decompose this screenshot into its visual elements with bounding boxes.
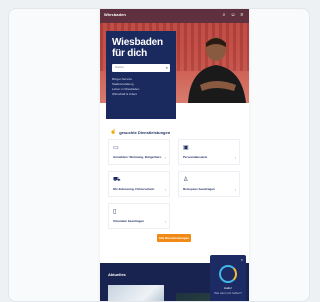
preview-card: Wiesbaden ⌕ ☺ ≡ Wiesbaden für dich Suche… [8, 8, 310, 302]
service-label: Anmelden: Wohnung, Bürgerbüro [113, 155, 162, 159]
service-tile[interactable]: ♙ Reisepass beantragen › [178, 171, 240, 197]
service-tile[interactable]: ▣ Personalausweis › [178, 139, 240, 165]
chevron-right-icon: › [234, 155, 236, 160]
hero-title: Wiesbaden für dich [112, 37, 163, 59]
close-icon[interactable]: × [241, 257, 243, 262]
brand-logo[interactable]: Wiesbaden [104, 12, 126, 17]
news-title: Aktuelles [108, 272, 126, 277]
quick-links: Bürger-Service Stadtverwaltung Leben in … [112, 77, 170, 97]
hand-icon: ☝ [110, 129, 117, 135]
search-icon[interactable]: ⌕ [166, 65, 168, 70]
id-card-icon: ▣ [183, 145, 189, 151]
chevron-right-icon: › [164, 219, 166, 224]
chat-subtitle: Wie kann ich helfen? [214, 291, 242, 295]
chat-widget[interactable]: × Hallo! Wie kann ich helfen? [210, 255, 246, 301]
hero-panel: Wiesbaden für dich Suche ⌕ Bürger-Servic… [106, 31, 176, 119]
search-input[interactable]: Suche ⌕ [112, 64, 170, 72]
chevron-right-icon: › [164, 155, 166, 160]
document-icon: ▭ [113, 145, 119, 151]
mobile-page-preview: Wiesbaden ⌕ ☺ ≡ Wiesbaden für dich Suche… [100, 9, 249, 301]
user-icon[interactable]: ☺ [230, 12, 236, 18]
all-services-button[interactable]: Alle Dienstleistungen [157, 234, 191, 242]
chat-greeting: Hallo! [224, 286, 232, 290]
chevron-right-icon: › [234, 187, 236, 192]
doc-icon: ▯ [113, 209, 117, 215]
quick-link[interactable]: Wirtschaft & Arbeit [112, 92, 170, 97]
service-label: Urkunden beantragen [113, 219, 145, 223]
service-label: Personalausweis [183, 155, 208, 159]
service-tile[interactable]: ⛟ Kfz-Zulassung, Führerschein › [108, 171, 170, 197]
player-photo [188, 37, 246, 103]
search-placeholder: Suche [115, 65, 124, 69]
chatbot-logo-icon [219, 265, 237, 283]
service-tile[interactable]: ▭ Anmelden: Wohnung, Bürgerbüro › [108, 139, 170, 165]
news-thumbnail[interactable] [108, 285, 164, 301]
service-label: Kfz-Zulassung, Führerschein [113, 187, 155, 191]
top-navigation: Wiesbaden ⌕ ☺ ≡ [100, 9, 249, 23]
services-title: gesuchte Dienstleistungen [119, 129, 171, 135]
menu-icon[interactable]: ≡ [239, 12, 245, 18]
all-services-label: Alle Dienstleistungen [158, 236, 190, 240]
chevron-right-icon: › [164, 187, 166, 192]
person-icon: ♙ [183, 177, 189, 183]
service-label: Reisepass beantragen [183, 187, 215, 191]
header-actions: ⌕ ☺ ≡ [221, 12, 245, 18]
car-icon: ⛟ [113, 177, 121, 183]
search-icon[interactable]: ⌕ [221, 12, 227, 18]
service-tile[interactable]: ▯ Urkunden beantragen › [108, 203, 170, 229]
services-heading: ☝ gesuchte Dienstleistungen [110, 129, 170, 135]
